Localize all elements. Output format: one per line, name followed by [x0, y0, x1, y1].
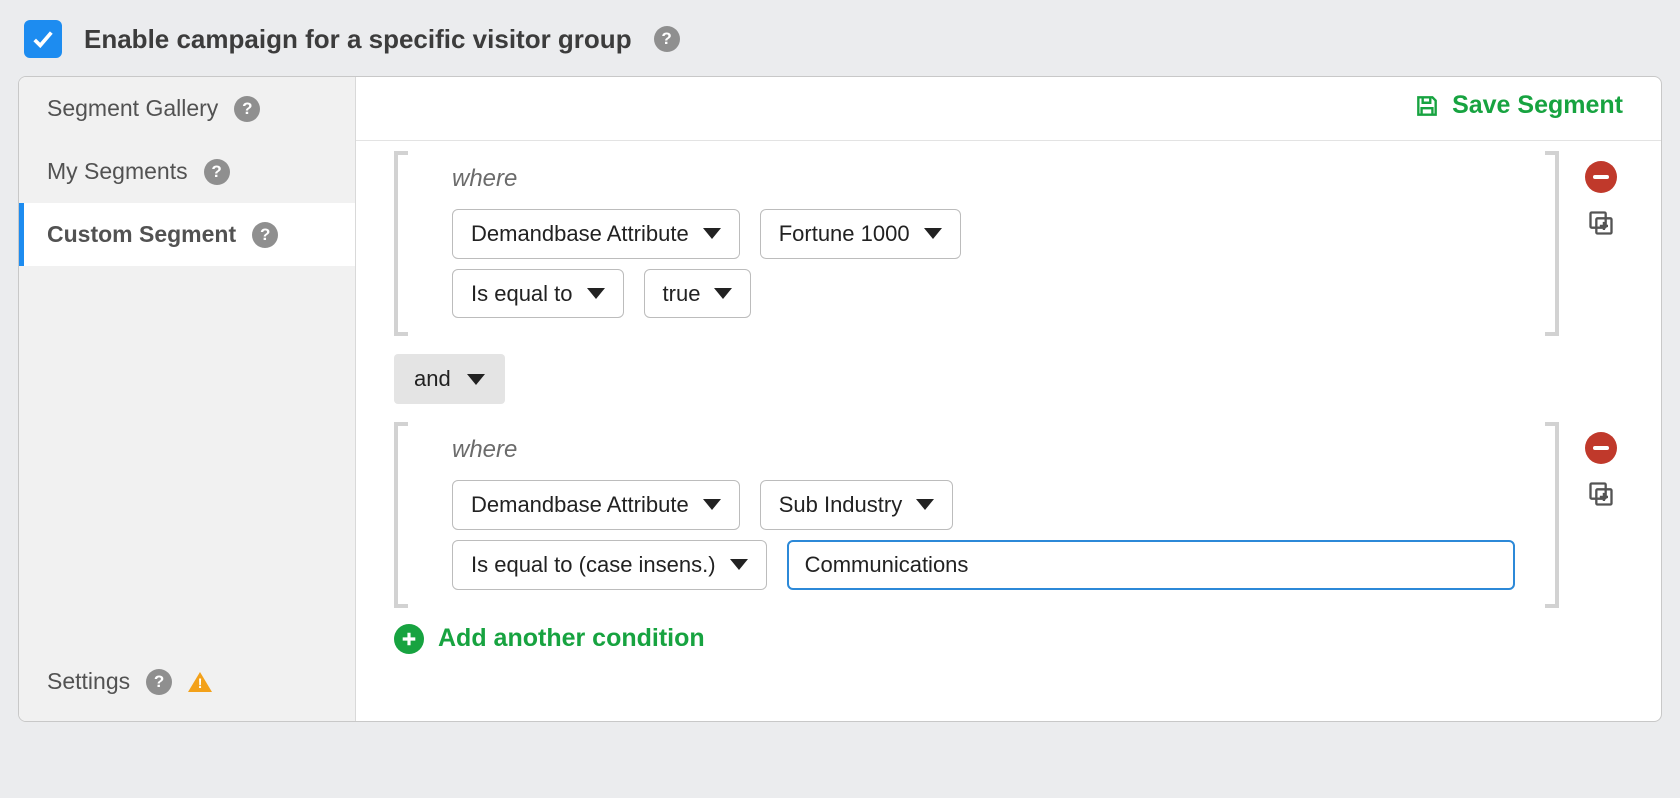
comparator-dropdown[interactable]: Is equal to (case insens.)	[452, 540, 767, 590]
sidebar-item-settings[interactable]: Settings ?	[19, 650, 355, 721]
sidebar-item-segment-gallery[interactable]: Segment Gallery ?	[19, 77, 355, 140]
source-dropdown[interactable]: Demandbase Attribute	[452, 209, 740, 259]
bracket-open-icon	[394, 422, 408, 608]
help-icon[interactable]: ?	[654, 26, 680, 52]
operator-dropdown[interactable]: and	[394, 354, 505, 404]
duplicate-icon	[1587, 209, 1615, 237]
sidebar-item-my-segments[interactable]: My Segments ?	[19, 140, 355, 203]
chevron-down-icon	[467, 374, 485, 385]
enable-checkbox[interactable]	[24, 20, 62, 58]
chevron-down-icon	[916, 499, 934, 510]
condition-row: where Demandbase Attribute Sub Industry	[394, 422, 1623, 608]
save-icon	[1414, 93, 1440, 119]
chevron-down-icon	[703, 499, 721, 510]
help-icon[interactable]: ?	[252, 222, 278, 248]
segment-panel: Segment Gallery ? My Segments ? Custom S…	[18, 76, 1662, 722]
chevron-down-icon	[730, 559, 748, 570]
save-segment-button[interactable]: Save Segment	[1414, 91, 1623, 120]
where-label: where	[452, 436, 1515, 464]
sidebar-item-custom-segment[interactable]: Custom Segment ?	[19, 203, 355, 266]
duplicate-icon	[1587, 480, 1615, 508]
chevron-down-icon	[587, 288, 605, 299]
chevron-down-icon	[924, 228, 942, 239]
sidebar-item-label: Custom Segment	[47, 221, 236, 248]
add-condition-button[interactable]: Add another condition	[394, 624, 1623, 654]
chevron-down-icon	[703, 228, 721, 239]
value-input[interactable]	[787, 540, 1515, 590]
page-title: Enable campaign for a specific visitor g…	[84, 24, 632, 55]
sidebar-item-label: Segment Gallery	[47, 95, 218, 122]
attribute-dropdown[interactable]: Fortune 1000	[760, 209, 961, 259]
sidebar: Segment Gallery ? My Segments ? Custom S…	[19, 77, 356, 721]
value-dropdown[interactable]: true	[644, 269, 752, 319]
remove-condition-button[interactable]	[1585, 161, 1617, 193]
attribute-dropdown[interactable]: Sub Industry	[760, 480, 954, 530]
duplicate-condition-button[interactable]	[1587, 480, 1615, 514]
sidebar-item-label: Settings	[47, 668, 130, 695]
duplicate-condition-button[interactable]	[1587, 209, 1615, 243]
warning-icon	[188, 672, 212, 692]
help-icon[interactable]: ?	[204, 159, 230, 185]
bracket-close-icon	[1545, 151, 1559, 336]
plus-icon	[394, 624, 424, 654]
bracket-open-icon	[394, 151, 408, 336]
help-icon[interactable]: ?	[146, 669, 172, 695]
save-label: Save Segment	[1452, 91, 1623, 120]
help-icon[interactable]: ?	[234, 96, 260, 122]
minus-icon	[1593, 446, 1609, 450]
where-label: where	[452, 165, 1515, 193]
condition-row: where Demandbase Attribute Fortune 1000	[394, 151, 1623, 336]
source-dropdown[interactable]: Demandbase Attribute	[452, 480, 740, 530]
sidebar-item-label: My Segments	[47, 158, 188, 185]
comparator-dropdown[interactable]: Is equal to	[452, 269, 624, 319]
remove-condition-button[interactable]	[1585, 432, 1617, 464]
minus-icon	[1593, 175, 1609, 179]
bracket-close-icon	[1545, 422, 1559, 608]
chevron-down-icon	[714, 288, 732, 299]
add-label: Add another condition	[438, 624, 705, 653]
